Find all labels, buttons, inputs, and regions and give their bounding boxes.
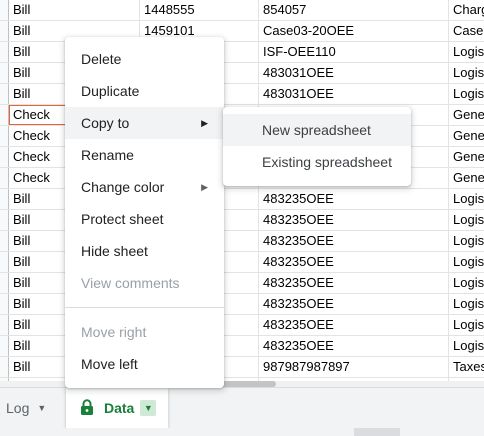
row-header[interactable] xyxy=(0,42,9,62)
table-cell[interactable]: Charg xyxy=(449,0,484,20)
table-cell[interactable]: 1448555 xyxy=(140,0,259,20)
table-cell[interactable]: Case03-20OEE xyxy=(259,21,449,41)
submenu-arrow-icon: ▶ xyxy=(201,182,208,192)
table-cell[interactable]: Logis xyxy=(449,63,484,83)
table-cell[interactable]: Gene xyxy=(449,168,484,188)
submenu-item-existing-spreadsheet[interactable]: Existing spreadsheet xyxy=(223,146,411,178)
table-cell[interactable]: Logis xyxy=(449,231,484,251)
menu-item-duplicate[interactable]: Duplicate xyxy=(65,75,224,107)
menu-item-protect-sheet[interactable]: Protect sheet xyxy=(65,203,224,235)
table-cell[interactable]: Gene xyxy=(449,126,484,146)
sheet-context-menu: Delete Duplicate Copy to ▶ Rename Change colo… xyxy=(65,37,224,388)
row-header[interactable] xyxy=(0,0,9,20)
menu-item-copy-to[interactable]: Copy to ▶ xyxy=(65,107,224,139)
row-header[interactable] xyxy=(0,84,9,104)
submenu-item-new-spreadsheet[interactable]: New spreadsheet xyxy=(223,114,411,146)
chevron-down-icon[interactable]: ▼ xyxy=(140,400,157,416)
table-cell[interactable]: Logis xyxy=(449,252,484,272)
sheet-tab-data-label: Data xyxy=(104,400,135,416)
row-header[interactable] xyxy=(0,273,9,293)
bottom-scroll-thumb[interactable] xyxy=(354,428,400,436)
bottom-scroll-bar xyxy=(0,428,484,436)
menu-item-move-right: Move right xyxy=(65,316,224,348)
table-cell[interactable]: ISF-OEE110 xyxy=(259,42,449,62)
table-cell[interactable]: Logis xyxy=(449,315,484,335)
menu-item-move-left[interactable]: Move left xyxy=(65,348,224,380)
menu-separator xyxy=(65,307,224,308)
menu-item-label: Delete xyxy=(81,51,122,67)
copy-to-submenu: New spreadsheet Existing spreadsheet xyxy=(223,107,411,186)
row-header[interactable] xyxy=(0,210,9,230)
table-cell[interactable]: 483235OEE xyxy=(259,189,449,209)
table-cell[interactable]: 483235OEE xyxy=(259,294,449,314)
sheet-tab-bar: Log ▼ Data ▼ xyxy=(0,387,484,428)
table-cell[interactable]: Case xyxy=(449,21,484,41)
menu-item-label: Rename xyxy=(81,147,134,163)
table-cell[interactable]: Gene xyxy=(449,147,484,167)
menu-item-label: Hide sheet xyxy=(81,243,148,259)
table-cell[interactable]: Logis xyxy=(449,42,484,62)
sheet-tab-data[interactable]: Data ▼ xyxy=(66,388,168,428)
lock-icon xyxy=(80,398,94,418)
chevron-down-icon[interactable]: ▼ xyxy=(37,403,46,413)
menu-item-label: Protect sheet xyxy=(81,211,164,227)
table-cell[interactable]: Logis xyxy=(449,189,484,209)
table-cell[interactable]: 483235OEE xyxy=(259,315,449,335)
row-header[interactable] xyxy=(0,336,9,356)
menu-item-delete[interactable]: Delete xyxy=(65,43,224,75)
row-header[interactable] xyxy=(0,126,9,146)
table-cell[interactable]: Logis xyxy=(449,84,484,104)
submenu-arrow-icon: ▶ xyxy=(201,118,208,128)
row-header[interactable] xyxy=(0,168,9,188)
table-cell[interactable]: Gene xyxy=(449,105,484,125)
table-cell[interactable]: Bill xyxy=(9,0,140,20)
table-cell[interactable]: 483031OEE xyxy=(259,84,449,104)
menu-item-label: Duplicate xyxy=(81,83,140,99)
menu-item-rename[interactable]: Rename xyxy=(65,139,224,171)
table-cell[interactable]: Logis xyxy=(449,273,484,293)
table-cell[interactable]: Logis xyxy=(449,336,484,356)
table-cell[interactable]: 987987987897 xyxy=(259,357,449,377)
table-cell[interactable]: Logis xyxy=(449,210,484,230)
table-cell[interactable]: Taxes xyxy=(449,357,484,377)
sheet-tab-log[interactable]: Log ▼ xyxy=(0,388,58,428)
row-header[interactable] xyxy=(0,294,9,314)
row-header[interactable] xyxy=(0,315,9,335)
menu-item-label: Copy to xyxy=(81,115,130,131)
table-cell[interactable]: 483235OEE xyxy=(259,336,449,356)
row-header[interactable] xyxy=(0,147,9,167)
table-cell[interactable]: Logis xyxy=(449,294,484,314)
menu-item-hide-sheet[interactable]: Hide sheet xyxy=(65,235,224,267)
table-cell[interactable]: 483235OEE xyxy=(259,273,449,293)
menu-item-label: Move left xyxy=(81,356,138,372)
row-header[interactable] xyxy=(0,189,9,209)
table-cell[interactable]: 854057 xyxy=(259,0,449,20)
row-header[interactable] xyxy=(0,21,9,41)
table-cell[interactable]: 483235OEE xyxy=(259,210,449,230)
table-cell[interactable]: 483235OEE xyxy=(259,231,449,251)
table-row: Bill1448555854057Charg xyxy=(0,0,484,21)
row-header[interactable] xyxy=(0,357,9,377)
row-header[interactable] xyxy=(0,252,9,272)
menu-item-label: Move right xyxy=(81,324,147,340)
row-header[interactable] xyxy=(0,63,9,83)
row-header[interactable] xyxy=(0,105,9,125)
table-cell[interactable]: 483031OEE xyxy=(259,63,449,83)
menu-item-change-color[interactable]: Change color ▶ xyxy=(65,171,224,203)
table-cell[interactable]: 483235OEE xyxy=(259,252,449,272)
row-header[interactable] xyxy=(0,231,9,251)
menu-item-label: View comments xyxy=(81,275,180,291)
menu-item-label: Change color xyxy=(81,179,165,195)
sheet-tab-log-label: Log xyxy=(6,400,30,416)
menu-item-view-comments: View comments xyxy=(65,267,224,299)
